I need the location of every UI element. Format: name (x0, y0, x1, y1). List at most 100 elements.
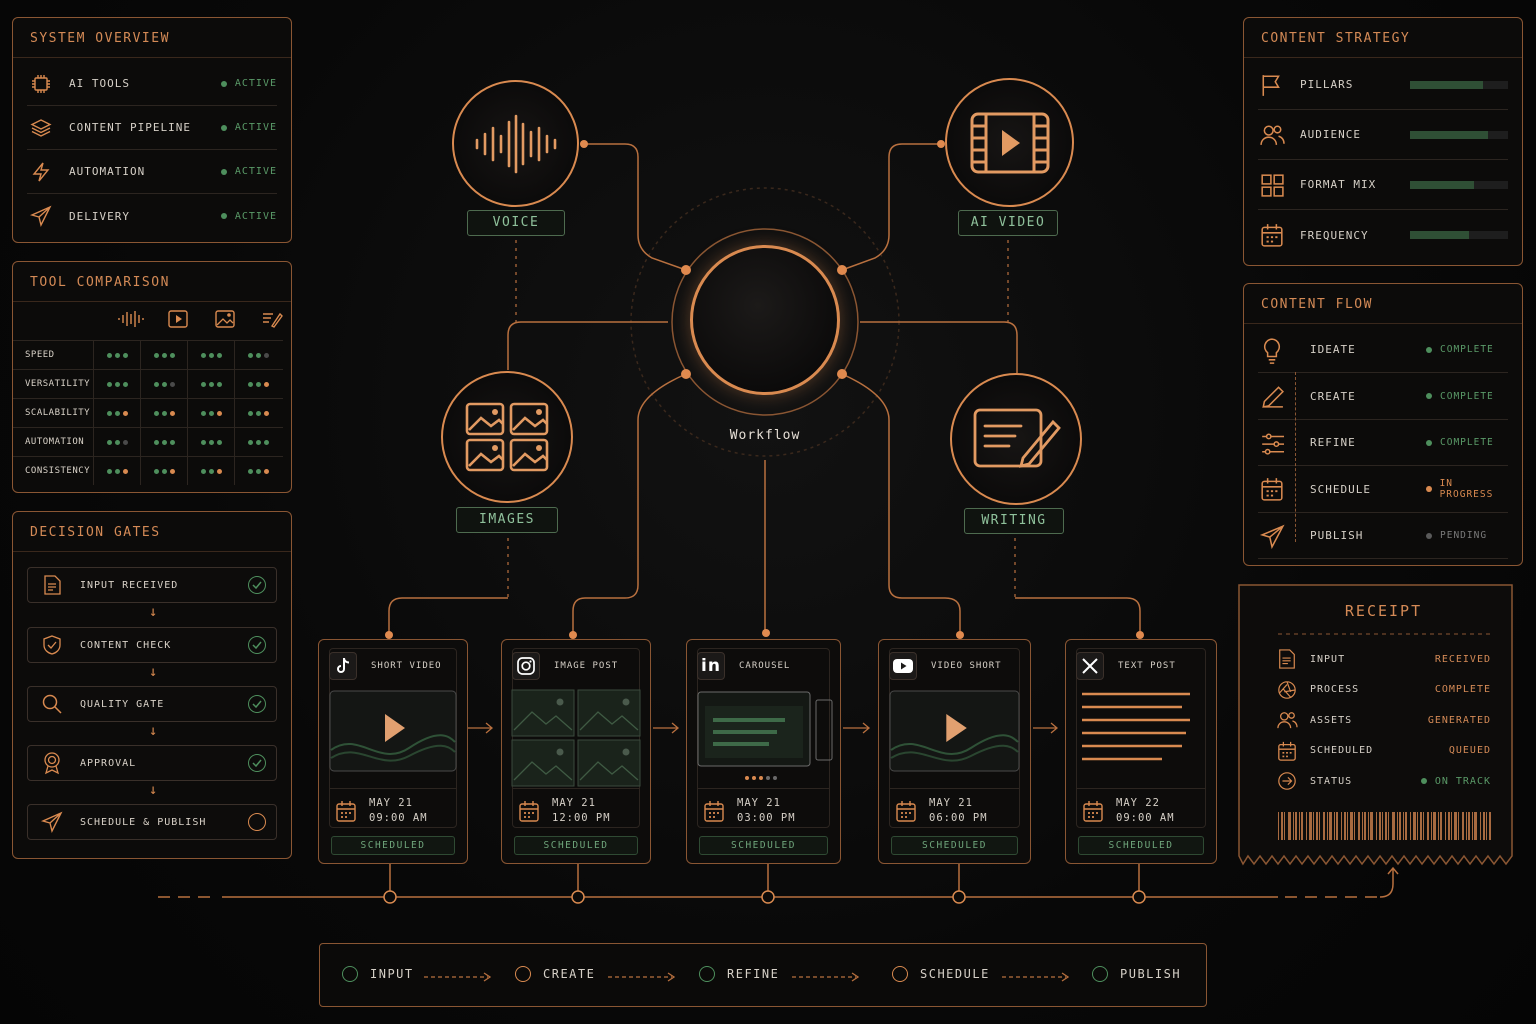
barcode-bar (1354, 812, 1355, 840)
system-item-content-pipeline[interactable]: CONTENT PIPELINE ACTIVE (27, 106, 277, 150)
pencil-icon (1258, 382, 1286, 410)
gate-content-check[interactable]: CONTENT CHECK (27, 627, 277, 663)
users-icon (1276, 709, 1298, 731)
barcode-bar (1368, 812, 1369, 840)
flow-step-label: SCHEDULE (1310, 482, 1371, 496)
search-icon (38, 690, 66, 718)
barcode-bar (1334, 812, 1335, 840)
barcode-bar (1405, 812, 1407, 840)
pipeline-step[interactable]: PUBLISH (1092, 966, 1181, 982)
strategy-level-fill (1410, 180, 1474, 189)
post-card[interactable]: VIDEO SHORT MAY 21 06:00 PM SCHEDULED (878, 639, 1031, 864)
receipt-row: PROCESS COMPLETE (1276, 679, 1491, 701)
node-images[interactable] (441, 371, 573, 503)
flow-status-badge: COMPLETE (1426, 344, 1508, 355)
gate-schedule-publish[interactable]: SCHEDULE & PUBLISH (27, 804, 277, 840)
decision-gates-title: DECISION GATES (13, 512, 291, 552)
pipeline-step-label: SCHEDULE (920, 967, 990, 981)
divider (329, 788, 457, 789)
post-card[interactable]: IMAGE POST MAY 21 12:00 PM SCHEDULED (501, 639, 651, 864)
rating-dots (234, 457, 281, 485)
status-dot (1420, 778, 1427, 784)
post-card[interactable]: in CAROUSEL MAY 21 03:00 PM SCHEDULED (686, 639, 841, 864)
flow-step[interactable]: IDEATE COMPLETE (1258, 327, 1508, 373)
system-item-ai-tools[interactable]: AI TOOLS ACTIVE (27, 62, 277, 106)
comparison-row-label: VERSATILITY (25, 379, 91, 389)
post-datetime: MAY 22 09:00 AM (1116, 796, 1175, 826)
barcode-bar (1392, 812, 1395, 840)
calendar-icon (1258, 221, 1286, 249)
barcode-bar (1438, 812, 1439, 840)
writing-label: WRITING (964, 508, 1064, 534)
strategy-item[interactable]: FORMAT MIX (1258, 160, 1508, 210)
gate-label: CONTENT CHECK (80, 639, 172, 651)
node-voice[interactable] (452, 80, 579, 207)
post-schedule-date: MAY 21 09:00 AM (335, 796, 428, 826)
barcode-bar (1420, 812, 1422, 840)
gate-quality[interactable]: QUALITY GATE (27, 686, 277, 722)
document-icon (38, 571, 66, 599)
receipt-row-label: SCHEDULED (1310, 745, 1374, 756)
check-icon (248, 636, 266, 654)
strategy-item[interactable]: PILLARS (1258, 60, 1508, 110)
pipeline-step[interactable]: CREATE (515, 966, 595, 982)
flow-status-text: COMPLETE (1440, 437, 1494, 448)
rating-dots (140, 428, 187, 456)
send-icon (1258, 522, 1286, 550)
voice-icon (107, 310, 154, 328)
calendar-icon (519, 801, 539, 822)
rating-dot (208, 439, 214, 445)
calendar-icon (336, 801, 356, 822)
tool-comparison-panel: TOOL COMPARISON SPEED VERSATILITY SCALABIL… (12, 261, 292, 493)
step-circle-icon (892, 966, 908, 982)
post-date: MAY 21 (369, 797, 413, 809)
comparison-row-label: SCALABILITY (25, 408, 91, 418)
status-badge: ACTIVE (220, 78, 277, 89)
rating-dot (255, 439, 261, 445)
rating-dot (247, 352, 253, 358)
workflow-hub[interactable] (690, 245, 840, 395)
post-card[interactable]: TEXT POST MAY 22 09:00 AM SCHEDULED (1065, 639, 1217, 864)
gate-approval[interactable]: APPROVAL (27, 745, 277, 781)
rating-dots (93, 457, 140, 485)
status-badge: ACTIVE (220, 211, 277, 222)
rating-dot (106, 468, 112, 474)
rating-dot (200, 410, 206, 416)
receipt-row-value: GENERATED (1428, 715, 1491, 726)
status-dot (1426, 439, 1432, 446)
pipeline-step[interactable]: SCHEDULE (892, 966, 990, 982)
node-writing[interactable] (950, 373, 1082, 505)
system-item-automation[interactable]: AUTOMATION ACTIVE (27, 150, 277, 194)
strategy-item-label: PILLARS (1300, 78, 1354, 91)
barcode-bar (1382, 812, 1383, 840)
flow-status-text: PENDING (1440, 530, 1488, 541)
receipt-value-text: GENERATED (1427, 714, 1491, 726)
rating-dot (247, 439, 253, 445)
post-card[interactable]: SHORT VIDEO MAY 21 09:00 AM SCHEDULED (318, 639, 468, 864)
rating-dot (263, 352, 269, 358)
gate-label: INPUT RECEIVED (80, 579, 179, 591)
status-dot (1426, 532, 1432, 539)
gate-input-received[interactable]: INPUT RECEIVED (27, 567, 277, 603)
aperture-icon (1276, 679, 1298, 701)
pipeline-step[interactable]: INPUT (342, 966, 414, 982)
rating-dot (216, 468, 222, 474)
node-ai-video[interactable] (945, 78, 1074, 207)
barcode-bar (1295, 812, 1297, 840)
rating-dots (93, 399, 140, 427)
barcode-bar (1323, 812, 1325, 840)
rating-dot (216, 381, 222, 387)
barcode-bar (1370, 812, 1373, 840)
strategy-item[interactable]: AUDIENCE (1258, 110, 1508, 160)
strategy-item[interactable]: FREQUENCY (1258, 210, 1508, 260)
pipeline-step[interactable]: REFINE (699, 966, 779, 982)
flow-step-label: CREATE (1310, 389, 1356, 403)
rating-dots (140, 370, 187, 398)
rating-dot (169, 439, 175, 445)
workflow-label: Workflow (729, 428, 801, 443)
flow-status-badge: COMPLETE (1426, 437, 1508, 448)
check-icon (248, 754, 266, 772)
system-item-delivery[interactable]: DELIVERY ACTIVE (27, 194, 277, 238)
barcode-bar (1431, 812, 1432, 840)
x-icon (1076, 652, 1104, 680)
